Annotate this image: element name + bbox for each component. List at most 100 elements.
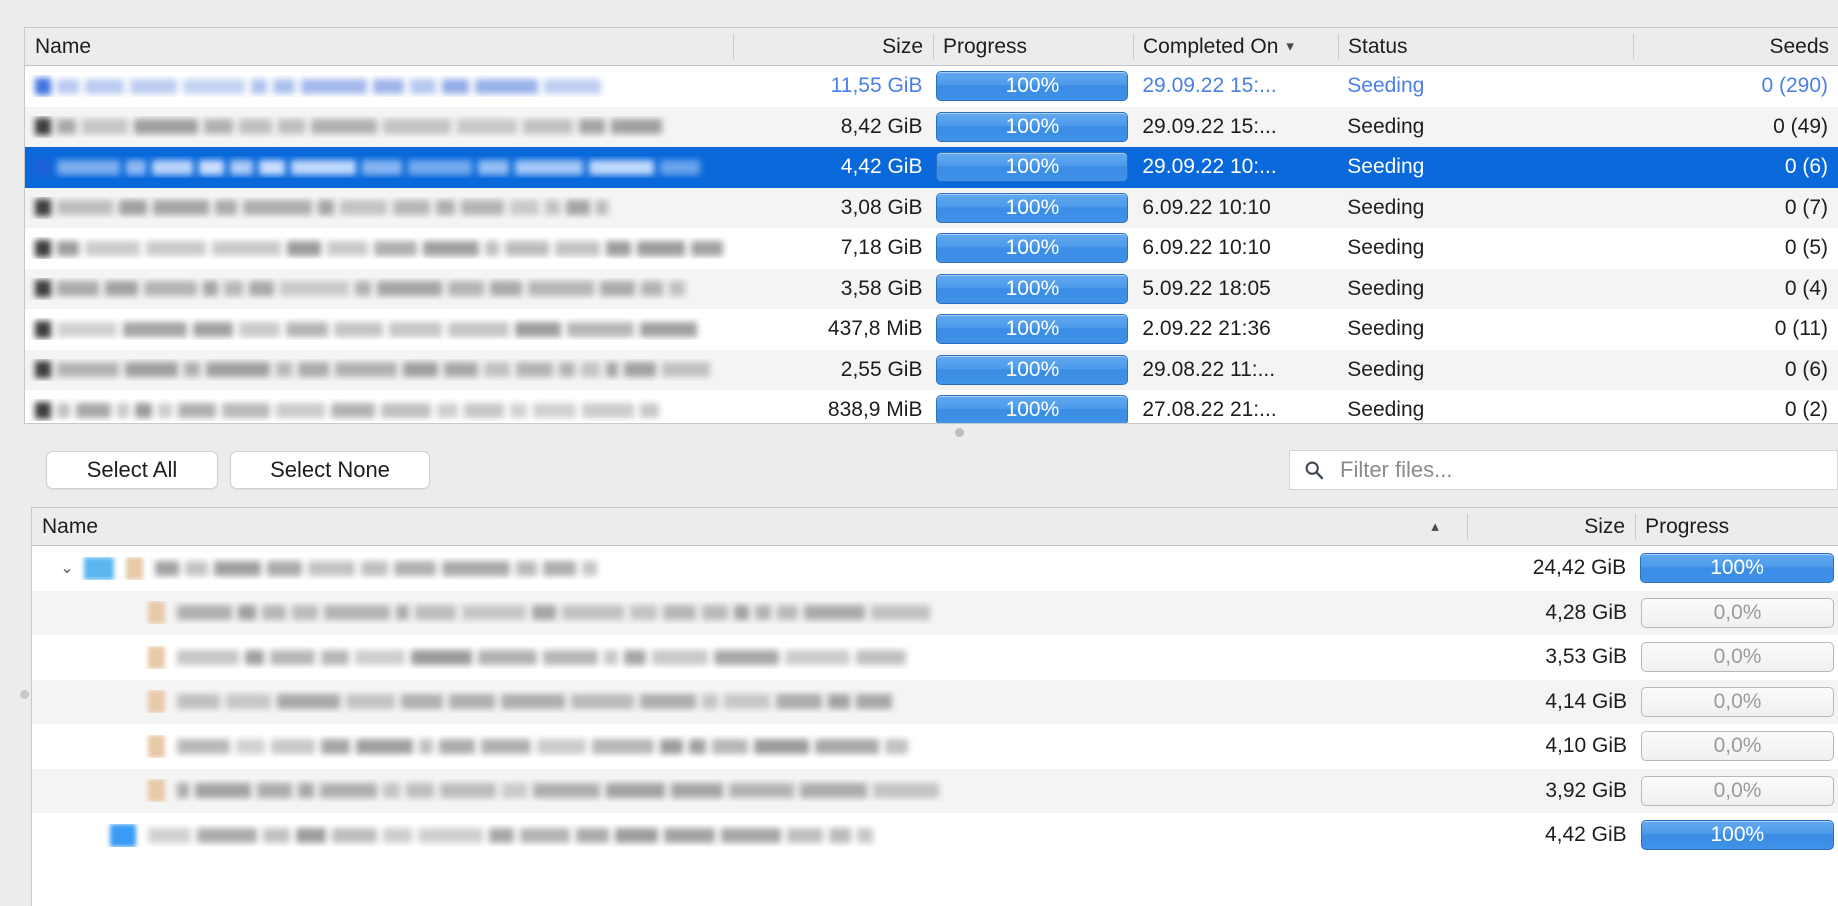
- torrent-status-cell: Seeding: [1347, 398, 1425, 422]
- torrent-name-cell: [25, 116, 733, 138]
- select-all-button[interactable]: Select All: [46, 451, 218, 489]
- progress-bar: 100%: [936, 152, 1129, 183]
- progress-bar: 100%: [936, 354, 1129, 385]
- vertical-scrollbar-indicator[interactable]: [20, 690, 29, 699]
- table-row[interactable]: 11,55 GiB 100% 29.09.22 15:... Seeding 0 (29…: [25, 66, 1838, 107]
- list-item[interactable]: 3,92 GiB 0,0%: [32, 768, 1838, 813]
- progress-bar: 0,0%: [1641, 597, 1834, 628]
- table-row[interactable]: 3,08 GiB 100% 6.09.22 10:10 Seeding 0 (7): [25, 187, 1838, 228]
- column-header-seeds[interactable]: Seeds: [1633, 28, 1838, 65]
- progress-bar: 100%: [936, 192, 1129, 223]
- redacted-name-text: [35, 399, 659, 421]
- list-item[interactable]: 4,10 GiB 0,0%: [32, 724, 1838, 769]
- progress-bar: 100%: [1640, 820, 1834, 851]
- redacted-name-text: [148, 824, 873, 846]
- files-table-header: Name ▴ Size Progress: [32, 508, 1838, 546]
- torrent-progress-cell: 100%: [932, 192, 1132, 223]
- torrent-size-cell: 4,42 GiB: [840, 155, 923, 179]
- torrent-size-cell: 838,9 MiB: [827, 398, 923, 422]
- search-icon: [1305, 461, 1324, 480]
- filter-files-field[interactable]: [1289, 450, 1838, 490]
- torrent-completed-on-cell: 29.09.22 15:...: [1142, 114, 1277, 138]
- torrent-status-cell: Seeding: [1347, 195, 1425, 219]
- torrent-completed-on-cell: 2.09.22 21:36: [1142, 317, 1271, 341]
- list-item[interactable]: 4,28 GiB 0,0%: [32, 590, 1838, 635]
- file-size-cell: 3,53 GiB: [1545, 645, 1628, 669]
- file-column-header-size-label: Size: [1584, 514, 1626, 538]
- file-name-cell: [32, 823, 1469, 847]
- file-icon: [148, 690, 165, 714]
- table-row[interactable]: 7,18 GiB 100% 6.09.22 10:10 Seeding 0 (5): [25, 228, 1838, 269]
- redacted-name-text: [35, 359, 710, 381]
- column-header-completed-on[interactable]: Completed On ▾: [1133, 28, 1338, 65]
- table-row[interactable]: 838,9 MiB 100% 27.08.22 21:... Seeding 0 (2): [25, 390, 1838, 423]
- chevron-down-icon: ▾: [1286, 38, 1294, 55]
- table-row[interactable]: 3,58 GiB 100% 5.09.22 18:05 Seeding 0 (4): [25, 268, 1838, 309]
- progress-bar: 100%: [936, 395, 1129, 423]
- file-progress-cell: 0,0%: [1637, 731, 1838, 762]
- file-column-header-progress[interactable]: Progress: [1635, 508, 1838, 545]
- file-icon: [148, 645, 165, 669]
- file-size-cell: 4,14 GiB: [1545, 689, 1628, 713]
- column-header-name[interactable]: Name: [25, 28, 733, 65]
- list-item[interactable]: 3,53 GiB 0,0%: [32, 635, 1838, 680]
- progress-bar: 100%: [1640, 553, 1834, 584]
- files-toolbar: Select All Select None: [0, 440, 1838, 502]
- torrent-seeds-cell: 0 (6): [1784, 155, 1828, 179]
- list-item[interactable]: ⌄ 24,42 GiB 100%: [32, 546, 1838, 591]
- torrent-name-cell: [25, 75, 733, 97]
- torrent-list-panel: Name Size Progress Completed On ▾ Status…: [24, 27, 1838, 424]
- redacted-name-text: [177, 646, 906, 668]
- file-name-cell: [32, 601, 1470, 625]
- progress-bar: 0,0%: [1641, 642, 1834, 673]
- torrent-size-cell: 2,55 GiB: [840, 357, 923, 381]
- file-icon: [148, 734, 165, 758]
- torrent-name-cell: [25, 359, 733, 381]
- table-row[interactable]: 2,55 GiB 100% 29.08.22 11:... Seeding 0 (6): [25, 349, 1838, 390]
- torrent-progress-cell: 100%: [932, 354, 1132, 385]
- column-header-size-label: Size: [882, 34, 923, 58]
- torrent-size-cell: 7,18 GiB: [840, 236, 923, 260]
- redacted-name-text: [177, 691, 892, 713]
- media-icon: [110, 823, 136, 847]
- chevron-down-icon[interactable]: ⌄: [54, 558, 80, 578]
- file-size-cell: 3,92 GiB: [1545, 778, 1628, 802]
- file-progress-cell: 0,0%: [1637, 686, 1838, 717]
- file-tree-panel: Name ▴ Size Progress ⌄ 24,42 GiB 100% 4,28 …: [31, 507, 1838, 906]
- progress-bar: 100%: [936, 233, 1129, 264]
- column-header-progress[interactable]: Progress: [933, 28, 1133, 65]
- torrent-size-cell: 3,08 GiB: [840, 195, 923, 219]
- file-name-cell: [32, 690, 1470, 714]
- torrent-seeds-cell: 0 (11): [1774, 317, 1828, 341]
- table-row[interactable]: 437,8 MiB 100% 2.09.22 21:36 Seeding 0 (11): [25, 309, 1838, 350]
- column-header-size[interactable]: Size: [733, 28, 933, 65]
- torrent-progress-cell: 100%: [932, 395, 1132, 423]
- select-none-button[interactable]: Select None: [230, 451, 430, 489]
- torrent-size-cell: 3,58 GiB: [840, 276, 923, 300]
- file-column-header-progress-label: Progress: [1645, 514, 1730, 538]
- select-all-label: Select All: [86, 457, 178, 482]
- table-row[interactable]: 4,42 GiB 100% 29.09.22 10:... Seeding 0 (6): [25, 147, 1838, 188]
- torrent-completed-on-cell: 29.09.22 10:...: [1142, 155, 1277, 179]
- list-item[interactable]: 4,14 GiB 0,0%: [32, 679, 1838, 724]
- table-row[interactable]: 8,42 GiB 100% 29.09.22 15:... Seeding 0 (49): [25, 106, 1838, 147]
- redacted-name-text: [177, 780, 939, 802]
- torrent-progress-cell: 100%: [932, 273, 1132, 304]
- torrent-progress-cell: 100%: [932, 152, 1132, 183]
- file-column-header-size[interactable]: Size: [1466, 508, 1635, 545]
- file-column-header-name[interactable]: Name ▴: [32, 508, 1467, 545]
- column-header-status[interactable]: Status: [1338, 28, 1633, 65]
- progress-bar: 100%: [936, 71, 1129, 102]
- torrent-name-cell: [25, 318, 733, 340]
- filter-files-input[interactable]: [1338, 456, 1782, 484]
- torrent-progress-cell: 100%: [932, 71, 1132, 102]
- torrent-name-cell: [25, 278, 733, 300]
- torrent-size-cell: 437,8 MiB: [827, 317, 923, 341]
- torrent-name-cell: [25, 399, 733, 421]
- horizontal-scrollbar-indicator[interactable]: [955, 428, 964, 437]
- torrent-progress-cell: 100%: [932, 233, 1132, 264]
- redacted-name-text: [35, 116, 662, 138]
- list-item[interactable]: 4,42 GiB 100%: [32, 813, 1838, 858]
- file-size-cell: 4,10 GiB: [1545, 734, 1628, 758]
- redacted-name-text: [155, 557, 597, 579]
